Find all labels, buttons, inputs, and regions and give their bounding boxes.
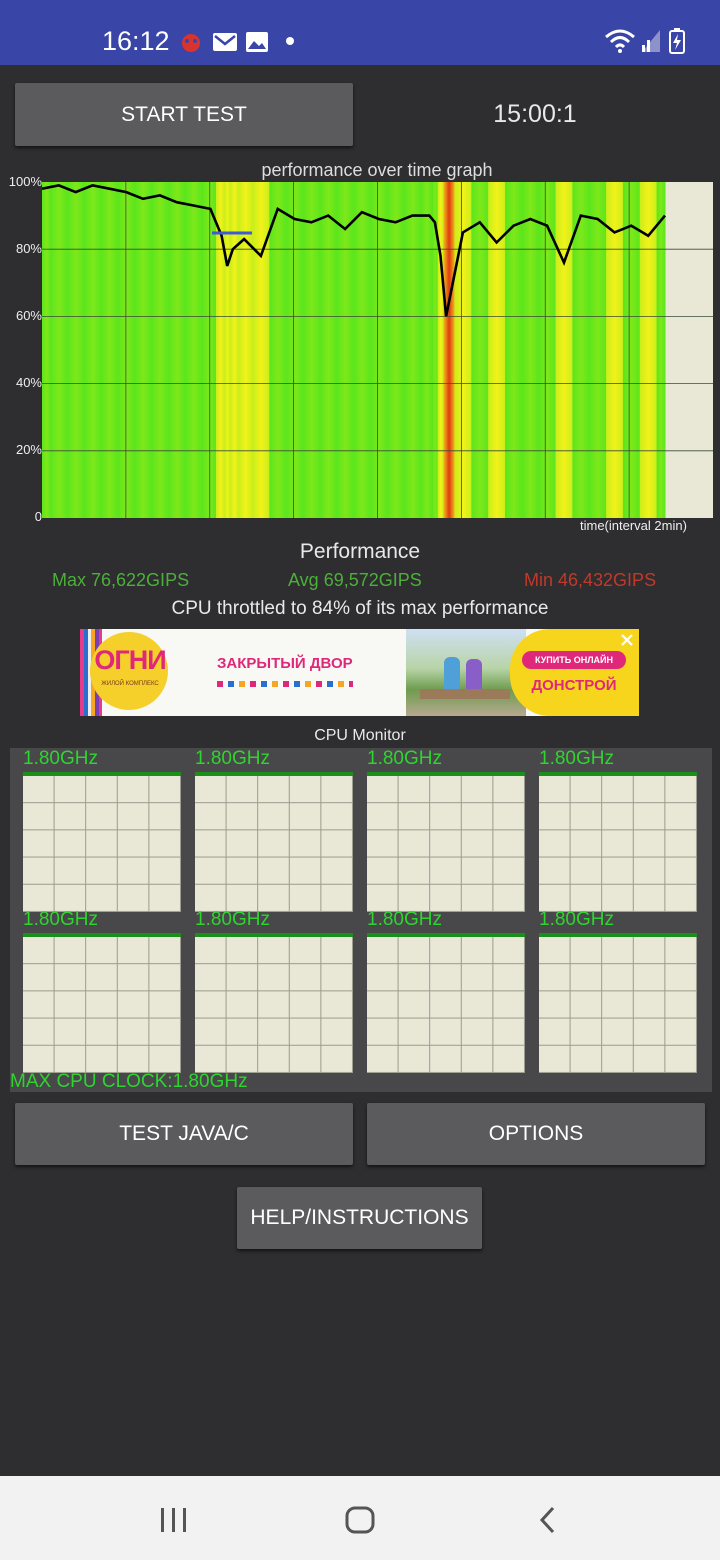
heat-band (420, 182, 433, 518)
heat-band (656, 182, 666, 518)
heat-band (370, 182, 388, 518)
heat-band (100, 182, 119, 518)
y-tick-60: 60% (15, 308, 42, 323)
battery-charging-icon (669, 28, 685, 54)
wifi-icon (605, 29, 635, 53)
heat-band (302, 182, 321, 518)
x-axis-label: time(interval 2min) (580, 518, 687, 533)
core-graph (539, 933, 697, 1073)
core-frequency: 1.80GHz (23, 909, 98, 930)
max-performance: Max 76,622GIPS (52, 570, 190, 590)
status-bar: 16:12 (0, 0, 720, 65)
back-icon[interactable] (536, 1505, 560, 1535)
core-graph (539, 772, 697, 912)
heat-band (353, 182, 371, 518)
y-tick-100: 100% (8, 174, 42, 189)
notification-bug-icon (182, 34, 200, 52)
help-instructions-button[interactable]: HELP/INSTRUCTIONS (237, 1187, 482, 1249)
graph-title: performance over time graph (261, 160, 493, 180)
core-frequency: 1.80GHz (367, 909, 442, 930)
heat-band (269, 182, 287, 518)
y-tick-20: 20% (15, 442, 42, 457)
y-tick-40: 40% (15, 375, 42, 390)
heat-band (42, 182, 51, 518)
avg-performance: Avg 69,572GIPS (288, 570, 422, 590)
close-icon (621, 634, 633, 646)
heat-band (521, 182, 540, 518)
y-tick-80: 80% (15, 241, 42, 256)
heat-band (185, 182, 203, 518)
dot-icon (286, 37, 294, 45)
core-graph (367, 933, 525, 1073)
ad-close-button[interactable] (617, 630, 637, 650)
core-graph (23, 772, 181, 912)
heat-band (488, 182, 506, 518)
heat-band (117, 182, 136, 518)
heat-band (404, 182, 422, 518)
core-graph (367, 772, 525, 912)
max-cpu-clock: MAX CPU CLOCK:1.80GHz (10, 1071, 248, 1092)
start-test-button[interactable]: START TEST (15, 83, 353, 146)
heat-band (50, 182, 68, 518)
ad-dots (217, 681, 353, 687)
performance-title: Performance (299, 540, 421, 563)
y-tick-0: 0 (34, 509, 42, 524)
heat-band (336, 182, 354, 518)
heat-band (151, 182, 169, 518)
heat-band (555, 182, 573, 518)
heat-band (387, 182, 405, 518)
gallery-icon (246, 32, 268, 52)
cpu-monitor-panel: 1.80GHz 1.80GHz 1.80GHz 1.80GHz 1.80GHz … (10, 748, 712, 1092)
gmail-icon (213, 33, 237, 51)
heat-band (252, 182, 270, 518)
heat-band (286, 182, 304, 518)
status-time: 16:12 (102, 26, 170, 56)
heat-band (538, 182, 557, 518)
navigation-bar (0, 1476, 720, 1560)
test-timer: 15:00:1 (493, 100, 577, 128)
ad-cta[interactable]: КУПИТЬ ОНЛАЙН (522, 651, 626, 669)
core-frequency: 1.80GHz (23, 748, 98, 769)
core-frequency: 1.80GHz (539, 748, 614, 769)
ad-headline: ЗАКРЫТЫЙ ДВОР (217, 655, 353, 672)
core-graph (195, 772, 353, 912)
heat-band (437, 182, 444, 518)
options-button[interactable]: OPTIONS (367, 1103, 705, 1165)
signal-icon (642, 30, 660, 52)
heat-band (443, 182, 456, 518)
core-frequency: 1.80GHz (367, 748, 442, 769)
ad-brand-sub: ЖИЛОЙ КОМПЛЕКС (101, 681, 159, 687)
cpu-monitor-title: CPU Monitor (314, 727, 406, 744)
core-frequency: 1.80GHz (195, 909, 270, 930)
ad-brand: ОГНИ (94, 645, 166, 675)
throttle-status: CPU throttled to 84% of its max performa… (171, 598, 549, 619)
heat-band (471, 182, 489, 518)
performance-graph (42, 182, 713, 518)
ad-banner[interactable]: ОГНИ ЖИЛОЙ КОМПЛЕКС ЗАКРЫТЫЙ ДВОР КУПИТЬ… (80, 629, 639, 716)
home-icon[interactable] (344, 1505, 376, 1535)
heat-band (84, 182, 102, 518)
ad-developer: ДОНСТРОЙ (531, 677, 617, 694)
heat-band (67, 182, 85, 518)
min-performance: Min 46,432GIPS (524, 570, 657, 590)
core-frequency: 1.80GHz (195, 748, 270, 769)
core-graph (23, 933, 181, 1073)
core-frequency: 1.80GHz (539, 909, 614, 930)
heat-band (622, 182, 641, 518)
heat-band (134, 182, 152, 518)
heat-band (168, 182, 186, 518)
recents-icon[interactable] (158, 1506, 190, 1534)
heat-band (589, 182, 607, 518)
ad-photo (406, 629, 526, 716)
heat-band (319, 182, 338, 518)
core-graph (195, 933, 353, 1073)
heat-bands (42, 182, 666, 518)
test-java-c-button[interactable]: TEST JAVA/C (15, 1103, 353, 1165)
